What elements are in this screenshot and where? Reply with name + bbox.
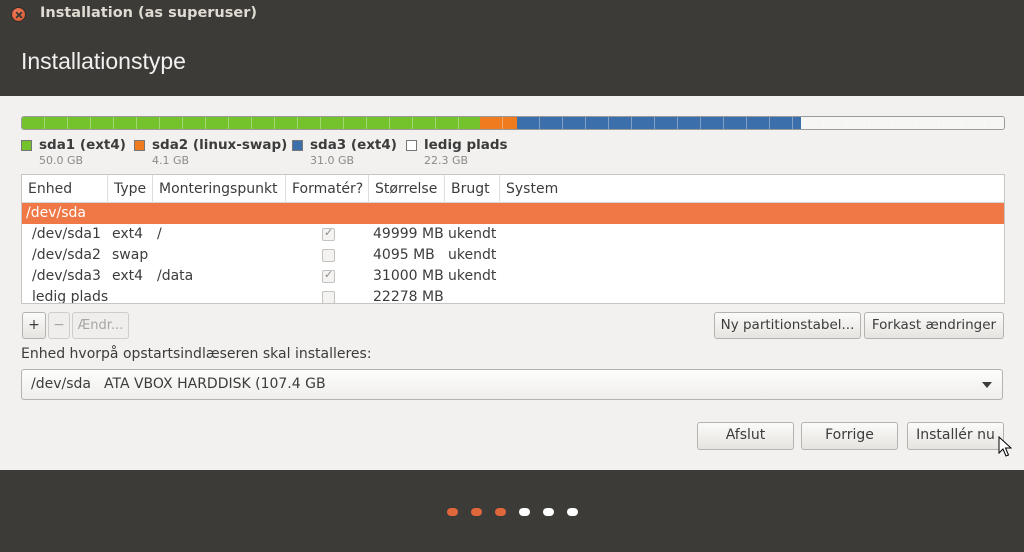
progress-dot — [518, 508, 530, 516]
format-checkbox[interactable] — [322, 249, 335, 262]
partition-table[interactable]: Enhed Type Monteringspunkt Formatér? Stø… — [21, 174, 1005, 304]
used-cell: ukendt — [448, 247, 497, 263]
mount-cell: / — [157, 226, 162, 242]
column-header-size[interactable]: Størrelse — [369, 175, 445, 203]
type-cell: ext4 — [112, 226, 144, 242]
progress-dot — [494, 508, 506, 516]
change-partition-button[interactable]: Ændr... — [72, 312, 129, 339]
partition-segment-sda2 — [479, 117, 517, 129]
format-checkbox[interactable] — [322, 268, 335, 283]
table-row[interactable]: /dev/sda1 ext4 / 49999 MB ukendt — [22, 224, 1004, 245]
partition-segment-sda3 — [516, 117, 801, 129]
legend-swatch-sda3 — [292, 140, 303, 151]
title-bar: Installation (as superuser) — [0, 0, 1024, 28]
install-now-button[interactable]: Installér nu — [907, 422, 1004, 450]
device-cell: /dev/sda1 — [32, 226, 101, 242]
legend-swatch-free — [406, 140, 417, 151]
progress-dot — [470, 508, 482, 516]
progress-dot — [542, 508, 554, 516]
legend-label: sda1 (ext4) — [39, 137, 126, 153]
new-partition-table-button[interactable]: Ny partitionstabel... — [714, 312, 861, 339]
partition-legend: sda1 (ext4) 50.0 GB sda2 (linux-swap) 4.… — [21, 137, 1005, 169]
progress-footer — [0, 470, 1024, 552]
legend-size: 50.0 GB — [39, 154, 84, 167]
device-cell: ledig plads — [32, 289, 109, 304]
legend-label: ledig plads — [424, 137, 508, 153]
bootloader-device-select[interactable]: /dev/sda ATA VBOX HARDDISK (107.4 GB — [21, 369, 1003, 400]
page-header: Installationstype — [0, 28, 1024, 96]
device-cell: /dev/sda3 — [32, 268, 101, 284]
size-cell: 22278 MB — [373, 289, 444, 304]
column-header-device[interactable]: Enhed — [22, 175, 108, 203]
legend-label: sda3 (ext4) — [310, 137, 397, 153]
legend-swatch-sda1 — [21, 140, 32, 151]
selected-device-model: ATA VBOX HARDDISK (107.4 GB — [104, 376, 326, 392]
format-checkbox[interactable] — [322, 291, 335, 303]
format-checkbox[interactable] — [322, 226, 335, 241]
column-header-system[interactable]: System — [500, 175, 1004, 203]
close-icon[interactable] — [11, 7, 26, 22]
partition-segment-sda1 — [22, 117, 480, 129]
page-title: Installationstype — [21, 48, 186, 74]
used-cell: ukendt — [448, 226, 497, 242]
mount-cell: /data — [157, 268, 194, 284]
table-row-disk[interactable]: /dev/sda — [22, 203, 1004, 224]
size-cell: 31000 MB — [373, 268, 444, 284]
progress-dot — [446, 508, 458, 516]
chevron-down-icon — [982, 382, 992, 388]
partition-segment-free — [800, 117, 1004, 129]
legend-label: sda2 (linux-swap) — [152, 137, 288, 153]
partition-bar — [21, 116, 1005, 130]
legend-swatch-sda2 — [134, 140, 145, 151]
column-header-format[interactable]: Formatér? — [286, 175, 369, 203]
table-header: Enhed Type Monteringspunkt Formatér? Stø… — [22, 175, 1004, 203]
progress-dot — [566, 508, 578, 516]
legend-size: 31.0 GB — [310, 154, 355, 167]
selected-device: /dev/sda — [31, 376, 91, 392]
device-cell: /dev/sda2 — [32, 247, 101, 263]
revert-changes-button[interactable]: Forkast ændringer — [864, 312, 1004, 339]
bootloader-label: Enhed hvorpå opstartsindlæseren skal ins… — [21, 346, 372, 362]
table-row[interactable]: /dev/sda3 ext4 /data 31000 MB ukendt — [22, 266, 1004, 287]
back-button[interactable]: Forrige — [801, 422, 898, 450]
device-cell: /dev/sda — [26, 205, 86, 221]
mouse-pointer-icon — [998, 436, 1012, 457]
table-row[interactable]: /dev/sda2 swap 4095 MB ukendt — [22, 245, 1004, 266]
remove-partition-button[interactable]: − — [48, 312, 70, 339]
column-header-mount[interactable]: Monteringspunkt — [153, 175, 286, 203]
size-cell: 49999 MB — [373, 226, 444, 242]
type-cell: swap — [112, 247, 149, 263]
legend-size: 4.1 GB — [152, 154, 190, 167]
table-row[interactable]: ledig plads 22278 MB — [22, 287, 1004, 304]
quit-button[interactable]: Afslut — [697, 422, 794, 450]
add-partition-button[interactable]: + — [22, 312, 46, 339]
column-header-type[interactable]: Type — [108, 175, 153, 203]
window-title: Installation (as superuser) — [40, 5, 257, 21]
legend-size: 22.3 GB — [424, 154, 469, 167]
type-cell: ext4 — [112, 268, 144, 284]
column-header-used[interactable]: Brugt — [445, 175, 500, 203]
used-cell: ukendt — [448, 268, 497, 284]
size-cell: 4095 MB — [373, 247, 435, 263]
